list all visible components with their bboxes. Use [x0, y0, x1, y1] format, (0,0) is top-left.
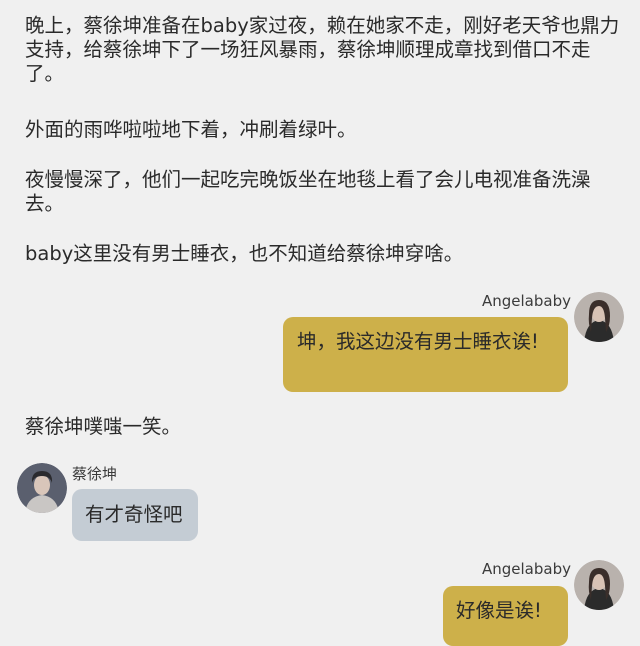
- story-paragraph-3: 夜慢慢深了，他们一起吃完晚饭坐在地毯上看了会儿电视准备洗澡去。: [25, 168, 591, 215]
- avatar-caixukun[interactable]: [17, 463, 67, 513]
- message-bubble-2[interactable]: 有才奇怪吧: [72, 489, 198, 541]
- message-bubble-1[interactable]: 坤，我这边没有男士睡衣诶!: [283, 317, 568, 392]
- story-paragraph-5: 蔡徐坤噗嗤一笑。: [25, 415, 182, 438]
- message-text-3: 好像是诶!: [456, 599, 542, 622]
- avatar-angelababy-icon: [574, 560, 624, 610]
- avatar-angelababy[interactable]: [574, 292, 624, 342]
- story-paragraph-4: baby这里没有男士睡衣，也不知道给蔡徐坤穿啥。: [25, 242, 464, 265]
- story-paragraph-1: 晚上，蔡徐坤准备在baby家过夜，赖在她家不走，刚好老天爷也鼎力支持，给蔡徐坤下…: [25, 14, 620, 85]
- speaker-name-caixukun: 蔡徐坤: [72, 465, 118, 483]
- message-text-1: 坤，我这边没有男士睡衣诶!: [297, 330, 539, 353]
- speaker-name-angelababy-2: Angelababy: [482, 560, 571, 578]
- avatar-angelababy-icon: [574, 292, 624, 342]
- chat-story-reader: 晚上，蔡徐坤准备在baby家过夜，赖在她家不走，刚好老天爷也鼎力支持，给蔡徐坤下…: [0, 0, 640, 646]
- message-bubble-3[interactable]: 好像是诶!: [443, 586, 568, 646]
- avatar-caixukun-icon: [17, 463, 67, 513]
- message-text-2: 有才奇怪吧: [85, 503, 183, 526]
- story-paragraph-2: 外面的雨哗啦啦地下着，冲刷着绿叶。: [25, 118, 357, 141]
- avatar-angelababy-2[interactable]: [574, 560, 624, 610]
- speaker-name-angelababy: Angelababy: [482, 292, 571, 310]
